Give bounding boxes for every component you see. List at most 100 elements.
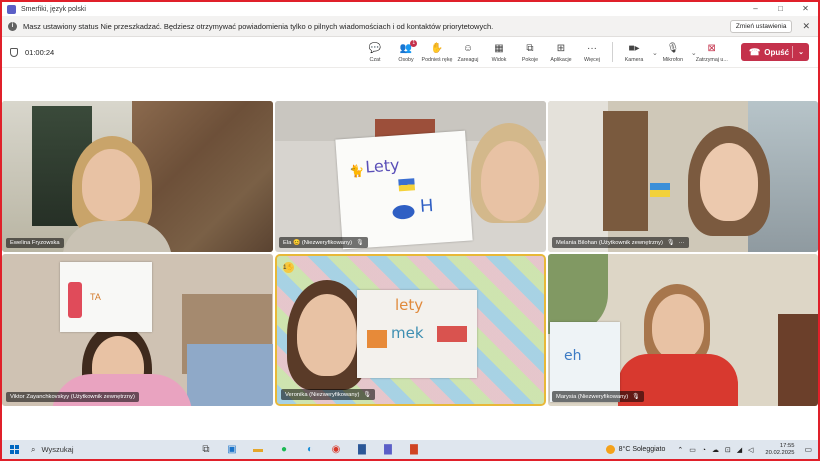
rooms-icon: ⧉ xyxy=(526,42,534,54)
video-drawing xyxy=(398,178,416,192)
participant-tile[interactable]: Lety H 🐈 Ela 😊 (Niezweryfikowany) 🎙 xyxy=(275,101,546,252)
raise-hand-label: Podnieś rękę xyxy=(421,56,453,63)
stop-sharing-button[interactable]: ⊠ Zatrzymaj u... xyxy=(695,37,728,68)
video-drawing: lety mek xyxy=(357,290,477,378)
react-button[interactable]: ☺ Zareaguj xyxy=(453,37,483,68)
video-drawing: eh xyxy=(564,348,582,364)
video-drawing xyxy=(650,183,670,197)
title-bar: Smerfiki, język polski – □ ✕ xyxy=(2,2,818,16)
video-drawing xyxy=(367,330,387,348)
spotify-icon[interactable]: ● xyxy=(271,444,297,455)
store-icon[interactable]: ▣ xyxy=(219,444,245,455)
notification-message: Masz ustawiony status Nie przeszkadzać. … xyxy=(23,21,494,31)
rooms-button[interactable]: ⧉ Pokoje xyxy=(515,37,545,68)
video-gallery: Ewelina Fryzowska Lety H 🐈 Ela 😊 (Niezwe… xyxy=(2,68,818,440)
powerpoint-icon[interactable]: ▇ xyxy=(401,444,427,455)
participant-tile[interactable]: Ewelina Fryzowska xyxy=(2,101,273,252)
chat-label: Czat xyxy=(369,56,381,63)
people-button[interactable]: 👥 1 Osoby xyxy=(391,37,421,68)
more-button[interactable]: ··· Więcej xyxy=(577,37,607,68)
apps-plus-icon: ⊞ xyxy=(556,42,566,54)
taskbar-search[interactable]: ⌕ Wyszukaj xyxy=(31,443,181,456)
chat-button[interactable]: 💬 Czat xyxy=(360,37,390,68)
taskbar-clock[interactable]: 17:55 20.02.2025 xyxy=(765,443,794,457)
tray-icons[interactable]: ⌃ ▭ ◔ ☁ ⊡ ◢ ◁ xyxy=(677,446,755,454)
camera-button[interactable]: ■▸ Kamera xyxy=(619,37,649,68)
leave-button[interactable]: ☎ Opuść ⌄ xyxy=(741,43,809,61)
microphone-icon: 🎙 xyxy=(666,42,680,54)
participant-name-label: Marysia (Niezweryfikowany) 🎙 xyxy=(552,391,644,402)
video-background xyxy=(548,101,608,252)
smiley-icon: ☺ xyxy=(462,42,474,54)
rooms-label: Pokoje xyxy=(521,56,539,63)
react-label: Zareaguj xyxy=(457,56,479,63)
video-person xyxy=(481,141,539,221)
participant-name-label: Melania Bilohan (Użytkownik zewnętrzny) 🎙… xyxy=(552,237,689,248)
leave-divider xyxy=(792,46,794,58)
more-label: Więcej xyxy=(584,56,600,63)
weather-widget[interactable]: 8°C Soleggiato xyxy=(605,445,666,454)
participant-tile[interactable]: lety mek 1✋ Veronika (Niezweryfikowany) 🎙 xyxy=(275,254,546,406)
microphone-icon: 🎙 xyxy=(632,394,640,400)
search-icon: ⌕ xyxy=(31,444,36,454)
windows-start-icon[interactable] xyxy=(10,445,19,454)
chat-icon: 💬 xyxy=(368,42,382,54)
file-explorer-icon[interactable]: ▬ xyxy=(245,444,271,455)
hand-icon: ✋ xyxy=(430,42,444,54)
clock-time: 17:55 xyxy=(779,442,795,449)
mic-label: Mikrofon xyxy=(662,56,684,63)
participant-tile[interactable]: eh Marysia (Niezweryfikowany) 🎙 xyxy=(548,254,818,406)
task-view-icon[interactable]: ⧉ xyxy=(193,444,219,455)
video-drawing xyxy=(68,282,82,318)
microphone-icon: 🎙 xyxy=(666,240,675,246)
more-icon: ··· xyxy=(587,42,597,54)
shield-icon xyxy=(10,47,18,57)
camera-control: ■▸ Kamera ⌄ xyxy=(619,37,658,68)
stop-share-icon: ⊠ xyxy=(707,42,716,54)
weather-text: 8°C Soleggiato xyxy=(618,446,666,453)
video-drawing: TA xyxy=(60,262,152,332)
participant-tile[interactable]: Melania Bilohan (Użytkownik zewnętrzny) 🎙… xyxy=(548,101,818,252)
video-drawing: Lety xyxy=(364,155,401,177)
window-title: Smerfiki, język polski xyxy=(21,5,86,13)
apps-button[interactable]: ⊞ Aplikacje xyxy=(546,37,576,68)
meeting-timer: 01:00:24 xyxy=(25,47,55,57)
grid-view-icon: ▦ xyxy=(494,42,504,54)
raise-hand-button[interactable]: ✋ Podnieś rękę xyxy=(421,37,453,68)
raised-hand-icon: 1✋ xyxy=(283,262,294,273)
video-drawing xyxy=(392,204,416,220)
toolbar-divider xyxy=(612,42,613,62)
video-background xyxy=(187,344,273,406)
mic-button[interactable]: 🎙 Mikrofon xyxy=(658,37,688,68)
more-options-icon[interactable]: ··· xyxy=(679,240,685,246)
participant-name-label: Ela 😊 (Niezweryfikowany) 🎙 xyxy=(279,237,368,248)
dnd-notification-bar: i Masz ustawiony status Nie przeszkadzać… xyxy=(2,16,818,37)
dismiss-notification-button[interactable]: ✕ xyxy=(802,21,810,32)
video-drawing: 🐈 xyxy=(349,163,365,179)
search-placeholder: Wyszukaj xyxy=(41,445,74,454)
system-tray: 8°C Soleggiato ⌃ ▭ ◔ ☁ ⊡ ◢ ◁ 17:55 20.02… xyxy=(605,443,818,457)
chrome-icon[interactable]: ◉ xyxy=(323,444,349,455)
notification-center-icon[interactable]: ▭ xyxy=(804,445,812,454)
leave-options-chevron-icon[interactable]: ⌄ xyxy=(798,48,804,56)
view-button[interactable]: ▦ Widok xyxy=(484,37,514,68)
maximize-button[interactable]: □ xyxy=(768,2,793,16)
participant-tile[interactable]: TA Viktor Zayanchkovskyy (Użytkownik zew… xyxy=(2,254,273,406)
clock-date: 20.02.2025 xyxy=(765,449,795,456)
teams-icon[interactable]: ▇ xyxy=(375,444,401,455)
close-window-button[interactable]: ✕ xyxy=(793,2,818,16)
video-drawing: TA xyxy=(90,292,101,302)
apps-label: Aplikacje xyxy=(550,56,572,63)
change-settings-button[interactable]: Zmień ustawienia xyxy=(729,19,793,33)
video-drawing: lety xyxy=(395,296,424,314)
stop-share-label: Zatrzymaj u... xyxy=(695,56,728,63)
edge-icon[interactable]: ◐ xyxy=(297,444,323,455)
word-icon[interactable]: ▇ xyxy=(349,444,375,455)
window-controls: – □ ✕ xyxy=(743,2,818,16)
participant-name-label: Veronika (Niezweryfikowany) 🎙 xyxy=(281,389,376,400)
video-person xyxy=(297,294,357,376)
teams-app-icon xyxy=(7,4,16,14)
minimize-button[interactable]: – xyxy=(743,2,768,16)
leave-label: Opuść xyxy=(764,47,790,57)
hang-up-icon: ☎ xyxy=(749,46,761,57)
